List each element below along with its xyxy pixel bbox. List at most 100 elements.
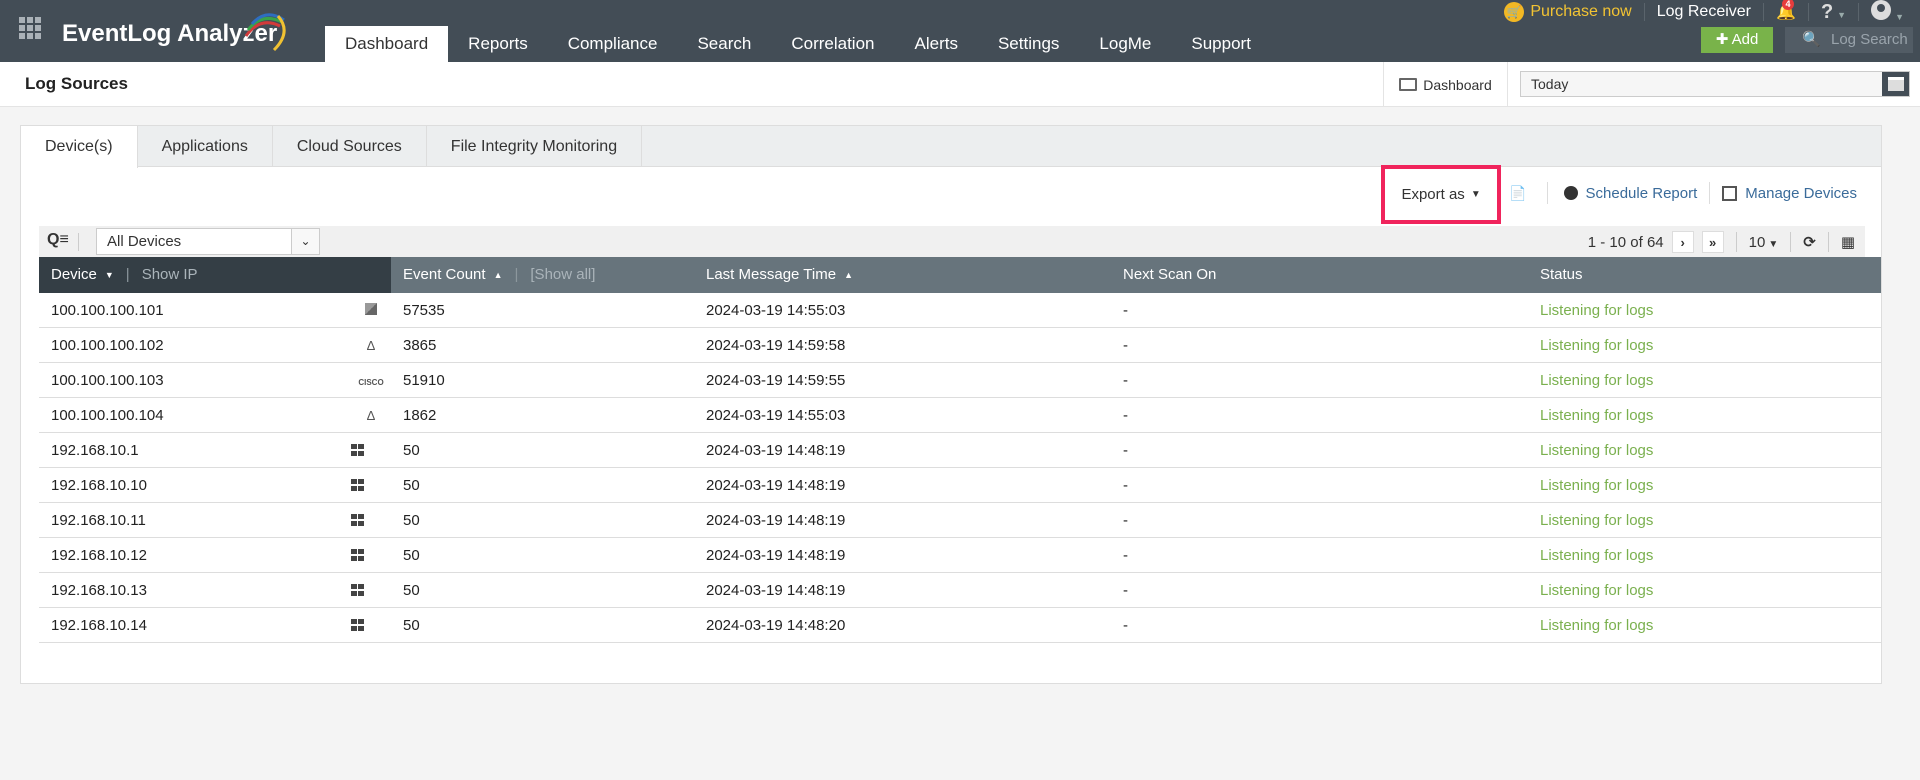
tab-cloud-sources[interactable]: Cloud Sources [273,126,427,167]
last-message-column-header[interactable]: Last Message Time ▲ [694,257,1111,293]
devices-table: Device ▼ | Show IP Event Count ▲ | [Show all] … [39,257,1881,643]
event-count-cell: 50 [403,581,420,599]
add-button[interactable]: ✚ Add [1701,27,1773,53]
device-cell[interactable]: 192.168.10.14 [39,617,351,634]
notifications-button[interactable]: 🔔 4 [1776,0,1796,22]
sort-up-icon: ▲ [493,270,503,281]
nav-support[interactable]: Support [1171,26,1271,62]
schedule-report-link[interactable]: Schedule Report [1563,185,1697,202]
next-scan-cell: - [1123,441,1128,459]
device-column-header[interactable]: Device ▼ | Show IP [39,257,391,293]
page-size-select[interactable]: 10 ▼ [1749,234,1779,251]
calendar-icon [1887,77,1904,91]
tab-devices[interactable]: Device(s) [21,126,138,168]
status-cell: Listening for logs [1540,616,1654,634]
help-button[interactable]: ? ▼ [1821,1,1846,24]
refresh-icon[interactable]: ⟳ [1803,233,1816,251]
device-cell[interactable]: 192.168.10.13 [39,582,351,599]
nav-alerts[interactable]: Alerts [895,26,978,62]
dashboard-link[interactable]: Dashboard [1383,62,1508,107]
device-cell[interactable]: 100.100.100.102 [39,337,351,354]
next-page-button[interactable]: › [1671,231,1694,253]
logo-arc-icon [244,13,286,52]
event-count-cell: 50 [403,476,420,494]
event-count-cell: 1862 [403,406,437,424]
device-header-label: Device [51,266,97,283]
table-row[interactable]: 192.168.10.14 50 2024-03-19 14:48:20 - Liste… [39,608,1881,643]
table-row[interactable]: 100.100.100.104 Δ 1862 2024-03-19 14:55:03 -… [39,398,1881,433]
external-link-icon [1722,185,1738,201]
table-row[interactable]: 100.100.100.103 CISCO 51910 2024-03-19 14:5… [39,363,1881,398]
table-row[interactable]: 192.168.10.13 50 2024-03-19 14:48:19 - Liste… [39,573,1881,608]
table-row[interactable]: 192.168.10.10 50 2024-03-19 14:48:19 - Liste… [39,468,1881,503]
nav-logme[interactable]: LogMe [1079,26,1171,62]
windows-icon [351,549,365,561]
divider [1709,182,1711,204]
table-actions: Export as ▼ 📄 Schedule Report Manage Dev… [1381,164,1869,224]
scheduled-report-icon[interactable]: 📄 [1509,185,1526,202]
device-cell[interactable]: 100.100.100.104 [39,407,351,424]
event-count-cell: 3865 [403,336,437,354]
top-right-utilities: 🛒 Purchase now Log Receiver 🔔 4 ? ▼ ▼ [1504,0,1920,24]
nav-compliance[interactable]: Compliance [548,26,678,62]
nav-dashboard[interactable]: Dashboard [325,26,449,62]
status-cell: Listening for logs [1540,441,1654,459]
os-type-cell [351,514,391,526]
event-count-cell: 50 [403,511,420,529]
show-all-link[interactable]: [Show all] [530,266,595,283]
tab-file-integrity-monitoring[interactable]: File Integrity Monitoring [427,126,643,167]
status-cell: Listening for logs [1540,371,1654,389]
event-count-cell: 50 [403,546,420,564]
log-receiver-link[interactable]: Log Receiver [1657,3,1751,21]
purchase-link[interactable]: 🛒 Purchase now [1504,2,1632,22]
date-range-field[interactable]: Today [1520,71,1910,97]
divider [1858,3,1860,21]
device-filter-select[interactable]: All Devices ⌄ [96,228,320,255]
device-cell[interactable]: 100.100.100.103 [39,372,351,389]
device-cell[interactable]: 192.168.10.11 [39,512,351,529]
table-row[interactable]: 192.168.10.1 50 2024-03-19 14:48:19 - Listen… [39,433,1881,468]
dashboard-link-label: Dashboard [1423,76,1492,93]
status-column-header[interactable]: Status [1528,257,1583,293]
calendar-button[interactable] [1882,72,1909,96]
next-scan-column-header[interactable]: Next Scan On [1111,257,1528,293]
device-cell[interactable]: 192.168.10.12 [39,547,351,564]
device-cell[interactable]: 100.100.100.101 [39,302,351,319]
last-message-cell: 2024-03-19 14:59:55 [706,371,846,389]
event-count-column-header[interactable]: Event Count ▲ | [Show all] [391,257,694,293]
user-menu-button[interactable]: ▼ [1871,0,1904,25]
last-message-cell: 2024-03-19 14:59:58 [706,336,846,354]
event-count-header-label: Event Count [403,266,486,283]
column-chooser-icon[interactable]: ▦ [1841,233,1855,251]
manage-devices-link[interactable]: Manage Devices [1722,185,1857,202]
tab-applications[interactable]: Applications [138,126,273,167]
show-ip-toggle[interactable]: Show IP [142,266,198,283]
table-row[interactable]: 192.168.10.11 50 2024-03-19 14:48:19 - Liste… [39,503,1881,538]
table-row[interactable]: 100.100.100.101 57535 2024-03-19 14:55:03 -… [39,293,1881,328]
add-label: Add [1731,31,1759,48]
pagination: 1 - 10 of 64 › » 10 ▼ ⟳ ▦ [1588,230,1855,254]
status-cell: Listening for logs [1540,476,1654,494]
last-message-cell: 2024-03-19 14:55:03 [706,406,846,424]
device-cell[interactable]: 192.168.10.10 [39,477,351,494]
table-row[interactable]: 100.100.100.102 Δ 3865 2024-03-19 14:59:58 -… [39,328,1881,363]
log-sources-panel: Device(s) Applications Cloud Sources Fil… [20,125,1882,684]
last-message-cell: 2024-03-19 14:48:19 [706,546,846,564]
last-message-cell: 2024-03-19 14:48:19 [706,476,846,494]
quick-filter-icon[interactable]: Q≡ [47,231,69,249]
os-type-cell [351,619,391,631]
nav-correlation[interactable]: Correlation [771,26,894,62]
last-page-button[interactable]: » [1701,231,1724,253]
os-type-cell [351,479,391,491]
app-grid-icon[interactable] [19,17,41,39]
filter-bar: Q≡ All Devices ⌄ 1 - 10 of 64 › » 10 ▼ ⟳ … [39,226,1865,257]
nav-search[interactable]: Search [677,26,771,62]
nav-settings[interactable]: Settings [978,26,1079,62]
nav-reports[interactable]: Reports [448,26,548,62]
device-cell[interactable]: 192.168.10.1 [39,442,351,459]
export-as-dropdown[interactable]: Export as ▼ [1381,164,1502,224]
event-count-cell: 57535 [403,301,445,319]
table-row[interactable]: 192.168.10.12 50 2024-03-19 14:48:19 - Liste… [39,538,1881,573]
os-type-cell [351,302,391,318]
log-search-input[interactable]: 🔍 Log Search [1785,27,1913,53]
